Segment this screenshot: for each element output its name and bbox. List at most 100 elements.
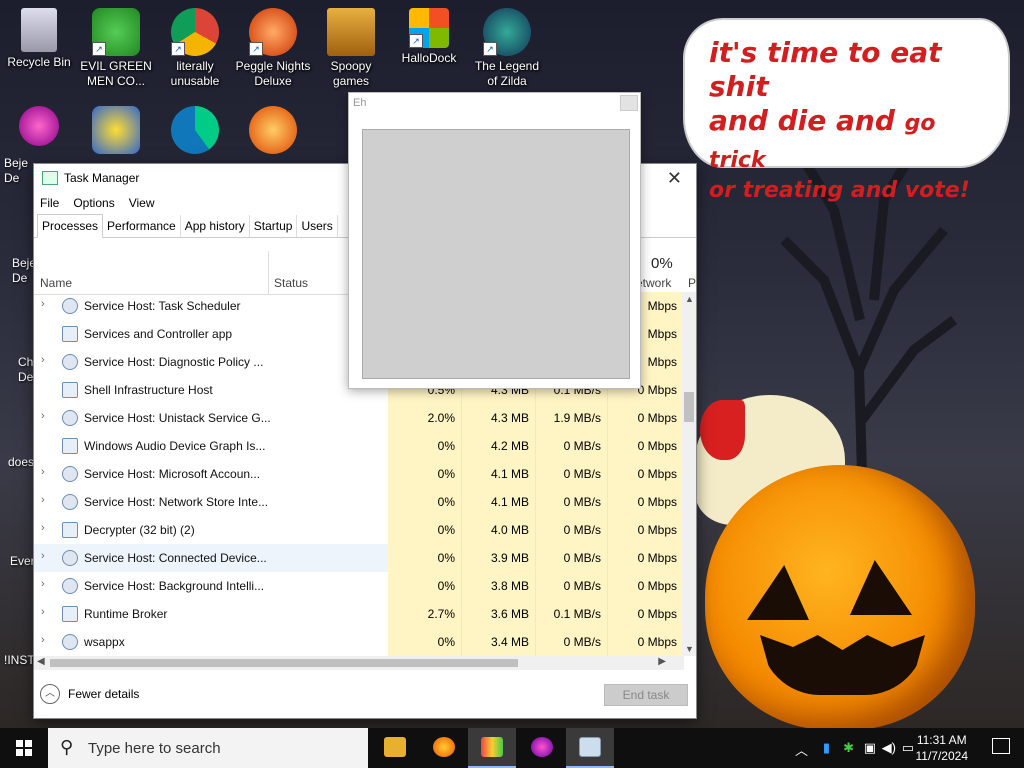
tab-performance[interactable]: Performance [103, 215, 181, 237]
tab-processes[interactable]: Processes [37, 214, 104, 238]
menu-view[interactable]: View [129, 196, 155, 210]
chevron-right-icon[interactable]: › [41, 634, 45, 646]
process-memory: 4.2 MB [462, 432, 536, 460]
mpl-icon [92, 106, 140, 154]
chevron-right-icon[interactable]: › [41, 466, 45, 478]
process-row[interactable]: › Service Host: Unistack Service G... 2.0%… [34, 404, 684, 432]
desktop-icon-edge[interactable] [157, 106, 233, 157]
bejeweled-icon [19, 106, 59, 146]
process-network: 0 Mbps [608, 600, 684, 628]
close-icon[interactable]: ✕ [667, 168, 682, 189]
process-disk: 0.1 MB/s [536, 600, 608, 628]
fewer-details-button[interactable]: ︿ Fewer details [40, 684, 139, 704]
desktop-icon-peggle[interactable] [235, 106, 311, 157]
process-memory: 3.9 MB [462, 544, 536, 572]
tab-users[interactable]: Users [297, 215, 338, 237]
end-task-button[interactable]: End task [604, 684, 688, 706]
tab-app-history[interactable]: App history [181, 215, 250, 237]
taskbar-file-explorer[interactable] [371, 728, 419, 768]
process-name: Service Host: Microsoft Accoun... [84, 467, 261, 481]
process-row[interactable]: › wsappx 0% 3.4 MB 0 MB/s 0 Mbps [34, 628, 684, 656]
tray-people-icon[interactable]: ✱ [843, 740, 854, 756]
scroll-up-arrow-icon[interactable]: ▲ [685, 294, 694, 304]
desktop-icon-bejeweled-2[interactable] [1, 106, 77, 149]
process-name: Services and Controller app [84, 327, 233, 341]
peggle-icon: ↗ [249, 8, 297, 56]
chevron-right-icon[interactable]: › [41, 298, 45, 310]
tray-app-icon[interactable]: ▮ [823, 740, 830, 756]
tab-startup[interactable]: Startup [250, 215, 298, 237]
search-placeholder: Type here to search [88, 740, 221, 757]
start-button[interactable] [0, 728, 48, 768]
horizontal-scrollbar[interactable]: ◀ ▶ [34, 656, 684, 670]
desktop-icon-legend-of-zilda[interactable]: ↗ The Legend of Zilda [469, 8, 545, 89]
process-row[interactable]: › Service Host: Microsoft Accoun... 0% 4.1 … [34, 460, 684, 488]
chevron-right-icon[interactable]: › [41, 578, 45, 590]
process-row[interactable]: › Decrypter (32 bit) (2) 0% 4.0 MB 0 MB/s 0 M… [34, 516, 684, 544]
scroll-right-arrow-icon[interactable]: ▶ [658, 656, 666, 667]
chevron-right-icon[interactable]: › [41, 354, 45, 366]
taskbar-firefox[interactable] [420, 728, 468, 768]
process-name: Service Host: Background Intelli... [84, 579, 265, 593]
desktop-icon-recycle-bin[interactable]: Recycle Bin [1, 8, 77, 70]
column-header-name[interactable]: Name [40, 276, 72, 290]
volume-icon[interactable]: ◀) [882, 740, 896, 756]
scroll-thumb[interactable] [684, 392, 694, 422]
chevron-right-icon[interactable]: › [41, 606, 45, 618]
column-header-network[interactable]: etwork [636, 276, 671, 290]
window-icon [62, 326, 78, 342]
taskbar-app-active[interactable] [468, 728, 516, 768]
chevron-right-icon[interactable]: › [41, 494, 45, 506]
taskbar-clock[interactable]: 11:31 AM 11/7/2024 [916, 732, 969, 764]
clock-date: 11/7/2024 [915, 749, 969, 763]
popup-title: Eh [353, 97, 367, 109]
app-icon [481, 737, 503, 757]
menu-file[interactable]: File [40, 196, 59, 210]
process-name: Service Host: Task Scheduler [84, 299, 241, 313]
column-header-status[interactable]: Status [274, 276, 308, 290]
desktop-icon-evil-green-men[interactable]: ↗ EVIL GREEN MEN CO... [78, 8, 154, 89]
network-icon[interactable]: ▣ [864, 740, 876, 756]
vertical-scrollbar[interactable]: ▲ ▼ [682, 292, 696, 656]
menu-options[interactable]: Options [73, 196, 114, 210]
process-memory: 4.3 MB [462, 404, 536, 432]
desktop-icon-spoopy-games[interactable]: Spoopy games [313, 8, 389, 89]
process-row[interactable]: › Runtime Broker 2.7% 3.6 MB 0.1 MB/s 0 Mbps [34, 600, 684, 628]
keyboard-icon[interactable]: ▭ [902, 740, 914, 756]
process-network: 0 Mbps [608, 628, 684, 656]
hscroll-thumb[interactable] [50, 659, 518, 667]
desktop-icon-literally-unusable[interactable]: ↗ literally unusable [157, 8, 233, 89]
process-row[interactable]: › Service Host: Background Intelli... 0% 3.… [34, 572, 684, 600]
taskbar-task-manager[interactable] [566, 728, 614, 768]
gear-icon [62, 410, 78, 426]
chevron-right-icon[interactable]: › [41, 410, 45, 422]
task-manager-icon [579, 737, 601, 757]
desktop-icon-mpl[interactable] [78, 106, 154, 157]
speech-line-3: or treating and vote! [709, 178, 970, 203]
eh-popup-window[interactable]: Eh [348, 92, 641, 389]
process-cpu: 0% [388, 488, 462, 516]
process-row[interactable]: › Service Host: Connected Device... 0% 3.9 … [34, 544, 684, 572]
chevron-right-icon[interactable]: › [41, 522, 45, 534]
clock-time: 11:31 AM [916, 733, 967, 747]
taskbar-bejeweled[interactable] [518, 728, 566, 768]
process-network: 0 Mbps [608, 432, 684, 460]
taskbar-search-box[interactable]: ⚲ Type here to search [48, 728, 368, 768]
process-memory: 3.6 MB [462, 600, 536, 628]
search-icon: ⚲ [60, 737, 74, 757]
taskbar: ⚲ Type here to search ︿ ▮ ✱ ▣ ◀) ▭ 11:31… [0, 728, 1024, 768]
partial-label-ever: Ever [10, 554, 35, 568]
chevron-up-icon[interactable]: ︿ [795, 740, 808, 759]
chevron-right-icon[interactable]: › [41, 550, 45, 562]
desktop-icon-peggle-nights[interactable]: ↗ Peggle Nights Deluxe [235, 8, 311, 89]
process-cpu: 2.7% [388, 600, 462, 628]
process-memory: 3.4 MB [462, 628, 536, 656]
scroll-down-arrow-icon[interactable]: ▼ [685, 644, 694, 654]
popup-close-button[interactable] [620, 95, 638, 111]
scroll-left-arrow-icon[interactable]: ◀ [37, 656, 45, 667]
process-network: 0 Mbps [608, 544, 684, 572]
notifications-icon[interactable] [992, 738, 1010, 754]
process-row[interactable]: Windows Audio Device Graph Is... 0% 4.2 MB… [34, 432, 684, 460]
desktop-icon-hallodock[interactable]: ↗ HalloDock [391, 8, 467, 66]
process-row[interactable]: › Service Host: Network Store Inte... 0% 4.… [34, 488, 684, 516]
